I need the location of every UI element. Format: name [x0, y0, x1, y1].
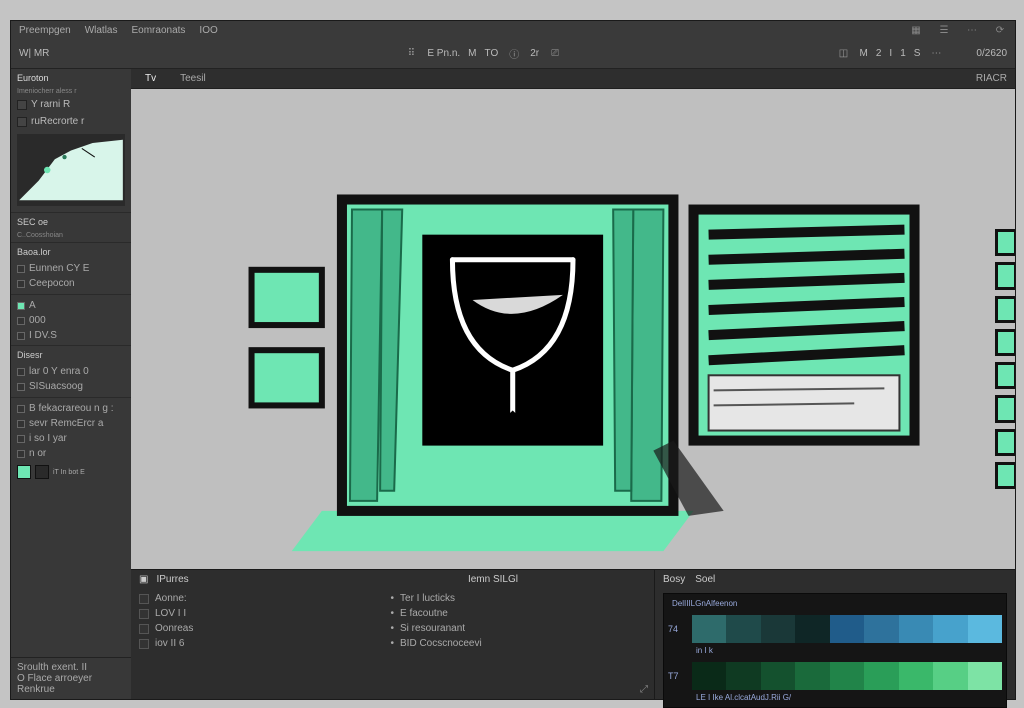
adjust-icon[interactable]: ⎚: [547, 46, 563, 62]
edge-swatch[interactable]: [995, 229, 1015, 256]
row-label: 74: [668, 624, 692, 634]
menu-item[interactable]: Eomraonats: [132, 25, 186, 36]
edge-swatch[interactable]: [995, 395, 1015, 422]
section-header: Disesr: [11, 345, 131, 364]
property-row[interactable]: Aonne:: [139, 591, 375, 606]
property-row[interactable]: •Si resouranant: [391, 621, 627, 636]
row-text: in I k: [692, 645, 1002, 656]
right-edge-swatches: [995, 229, 1015, 489]
status-counter: 0/2620: [976, 48, 1007, 59]
tool-val: 2: [876, 48, 882, 59]
list-item[interactable]: Eunnen CY E: [17, 261, 125, 276]
section-sub: C..Coosshoian: [11, 231, 131, 240]
footer-item[interactable]: O Flace arroeyer: [17, 673, 125, 684]
document-tabs: Tv Teesil RIACR: [131, 69, 1015, 89]
edge-swatch[interactable]: [995, 329, 1015, 356]
left-sidebar: Euroton Imeniocherr aless r Y rarni R ru…: [11, 69, 131, 699]
menu-item[interactable]: Preempgen: [19, 25, 71, 36]
sidebar-row[interactable]: Y rarni R: [11, 96, 131, 113]
menu-item[interactable]: Wlatlas: [85, 25, 118, 36]
property-row[interactable]: LOV I I: [139, 606, 375, 621]
expand-icon[interactable]: ⤢: [640, 684, 648, 695]
track-caption: DelIIILGnAlfeenon: [668, 598, 1002, 609]
palette-cells[interactable]: [692, 615, 1002, 643]
panel-tab[interactable]: Bosy: [663, 574, 685, 585]
property-row[interactable]: iov II 6: [139, 636, 375, 651]
layer-item[interactable]: sevr RemcErcr a: [17, 416, 125, 431]
tab-status: RIACR: [976, 73, 1007, 84]
mode-label: W| MR: [19, 48, 131, 59]
tool-val: M: [860, 48, 868, 59]
menu-item[interactable]: IOO: [199, 25, 217, 36]
sync-icon[interactable]: ⟳: [993, 23, 1007, 37]
layer-item[interactable]: B fekacrareou n g :: [17, 401, 125, 416]
edge-swatch[interactable]: [995, 429, 1015, 456]
options-bar: W| MR ⠿ E Pn.n. M TO ⓘ 2r ⎚ ◫ M 2 I 1 S …: [11, 39, 1015, 69]
tool-val: S: [914, 48, 921, 59]
list-item[interactable]: 000: [17, 313, 125, 328]
footer-item[interactable]: Sroulth exent. II: [17, 662, 125, 673]
tool-option[interactable]: M: [468, 48, 476, 59]
footer-item[interactable]: Renkrue: [17, 684, 125, 695]
section-header: Baoa.lor: [11, 242, 131, 261]
palette-row: 74: [668, 615, 1002, 643]
row-text: LE I Ike Al.clcatAudJ.Rii G/: [692, 692, 1002, 703]
panel-tab[interactable]: Soel: [695, 574, 715, 585]
palette-row: T7: [668, 662, 1002, 690]
color-swatches: iT In bot E: [11, 461, 131, 483]
menubar: Preempgen Wlatlas Eomraonats IOO ▦ ☰ ⋯ ⟳: [11, 21, 1015, 39]
list-item[interactable]: Ceepocon: [17, 276, 125, 291]
tool-val: 1: [900, 48, 906, 59]
property-row[interactable]: •E facoutne: [391, 606, 627, 621]
tool-option[interactable]: TO: [485, 48, 499, 59]
list-item[interactable]: lar 0 Y enra 0: [17, 364, 125, 379]
info-icon[interactable]: ⓘ: [506, 46, 522, 62]
panel-title: Euroton: [11, 69, 131, 87]
more-icon[interactable]: ⋯: [928, 46, 944, 62]
bottom-panels: ▣ IPurres Iemn SILGl Aonne: LOV I I Oonr…: [131, 569, 1015, 699]
tool-val: I: [889, 48, 892, 59]
panel-icon: ▣: [139, 574, 148, 585]
tab[interactable]: Teesil: [174, 71, 212, 86]
artwork: [131, 89, 1015, 569]
background-swatch[interactable]: [35, 465, 49, 479]
list-item[interactable]: A: [17, 298, 125, 313]
swatch-label: iT In bot E: [53, 469, 85, 476]
swatches-panel: Bosy Soel DelIIILGnAlfeenon 74 in I k T7: [655, 570, 1015, 699]
foreground-swatch[interactable]: [17, 465, 31, 479]
grid-icon[interactable]: ▦: [909, 23, 923, 37]
list-item[interactable]: SISuacsoog: [17, 379, 125, 394]
edge-swatch[interactable]: [995, 362, 1015, 389]
edge-swatch[interactable]: [995, 262, 1015, 289]
palette-cells[interactable]: [692, 662, 1002, 690]
sidebar-row[interactable]: ruRecrorte r: [11, 113, 131, 130]
layer-item[interactable]: i so I yar: [17, 431, 125, 446]
tab[interactable]: Tv: [139, 71, 162, 86]
select-icon[interactable]: ◫: [836, 46, 852, 62]
tool-option[interactable]: 2r: [530, 48, 539, 59]
layer-item[interactable]: n or: [17, 446, 125, 461]
panel-subtitle: Imeniocherr aless r: [11, 87, 131, 96]
row-label: T7: [668, 671, 692, 681]
property-row[interactable]: •BID Cocscnoceevi: [391, 636, 627, 651]
tool-option[interactable]: E Pn.n.: [427, 48, 460, 59]
property-row[interactable]: •Ter I lucticks: [391, 591, 627, 606]
main-area: Tv Teesil RIACR: [131, 69, 1015, 699]
layers-icon[interactable]: ☰: [937, 23, 951, 37]
menu-icon[interactable]: ⋯: [965, 23, 979, 37]
canvas[interactable]: [131, 89, 1015, 569]
edge-swatch[interactable]: [995, 462, 1015, 489]
panel-title: IPurres: [156, 574, 188, 585]
property-row[interactable]: Oonreas: [139, 621, 375, 636]
list-item[interactable]: I DV.S: [17, 328, 125, 343]
app-window: Preempgen Wlatlas Eomraonats IOO ▦ ☰ ⋯ ⟳…: [10, 20, 1016, 700]
properties-panel: ▣ IPurres Iemn SILGl Aonne: LOV I I Oonr…: [131, 570, 655, 699]
grip-icon[interactable]: ⠿: [403, 46, 419, 62]
histogram-preview: [17, 134, 125, 206]
panel-subtitle: Iemn SILGl: [468, 574, 518, 585]
edge-swatch[interactable]: [995, 296, 1015, 323]
section-header: SEC oe: [11, 212, 131, 231]
